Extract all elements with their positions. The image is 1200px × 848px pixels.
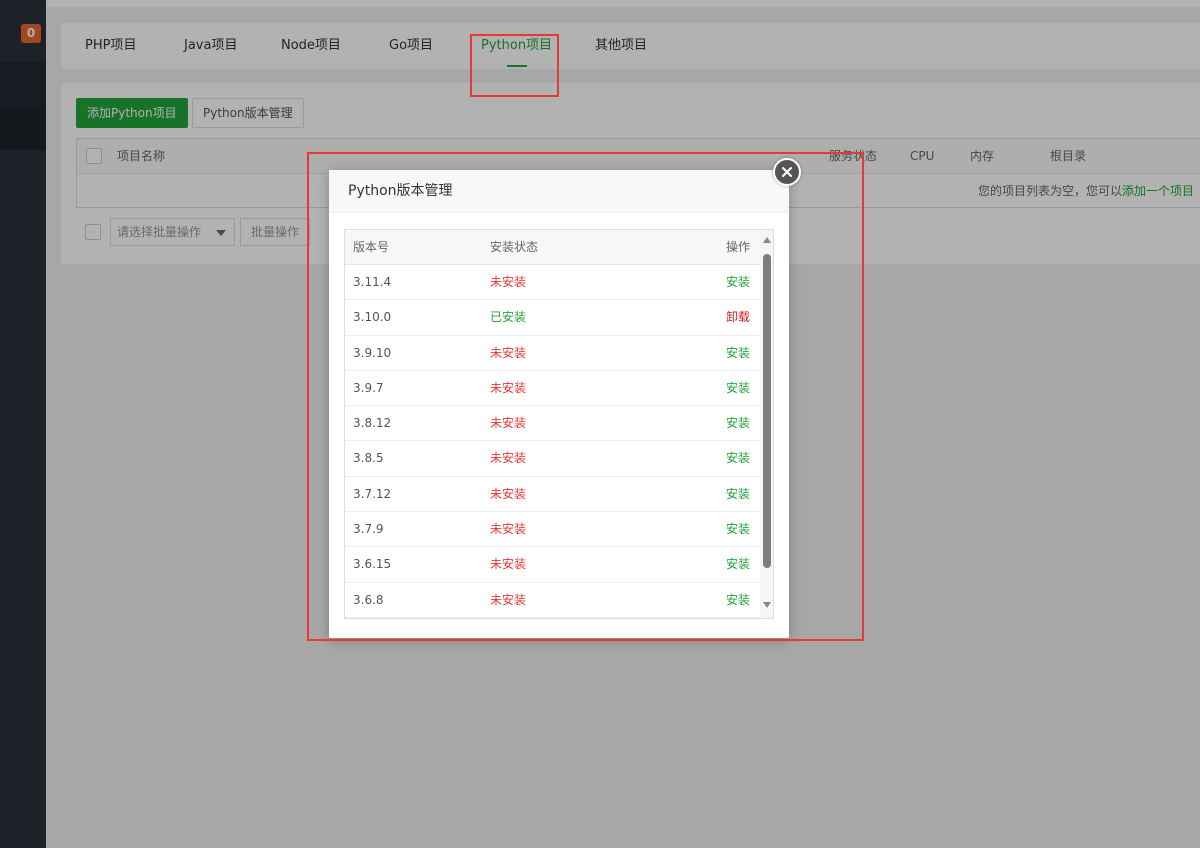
close-icon bbox=[782, 167, 792, 177]
highlight-box-modal bbox=[307, 152, 864, 641]
close-modal-button[interactable] bbox=[773, 158, 801, 186]
highlight-box-python-tab bbox=[470, 34, 559, 97]
